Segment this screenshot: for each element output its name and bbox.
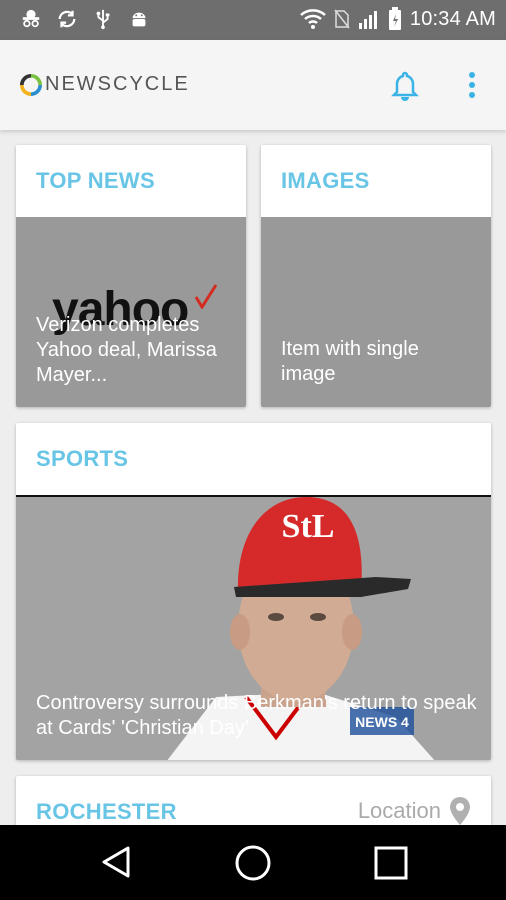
images-caption: Item with single image [281, 338, 419, 385]
status-bar: 10:34 AM [0, 0, 506, 40]
battery-icon [388, 7, 401, 30]
wifi-icon [300, 9, 326, 29]
location-selector[interactable]: Location [358, 796, 471, 826]
sports-caption: Controversy surrounds Berkman's return t… [36, 692, 477, 739]
no-sim-icon [334, 9, 350, 29]
more-vert-icon[interactable] [462, 70, 482, 100]
top-news-card[interactable]: TOP NEWS yahoo Verizon completes Yahoo d… [16, 145, 246, 407]
navigation-bar [0, 825, 506, 900]
bell-icon[interactable] [391, 70, 419, 102]
recents-icon[interactable] [373, 845, 409, 881]
app-bar: NEWSCYCLE [0, 40, 506, 130]
newscycle-logo-icon [20, 73, 42, 96]
signal-icon [358, 11, 377, 29]
sports-image: StL NEWS 4 Controversy surrounds Berkman… [16, 495, 491, 760]
card-title-sports: SPORTS [36, 446, 129, 471]
app-logo: NEWSCYCLE [20, 73, 190, 96]
sync-icon [58, 10, 76, 28]
android-icon [132, 12, 146, 27]
logo-text: NEWSCYCLE [45, 73, 190, 95]
sports-card[interactable]: SPORTS StL NEWS 4 Controversy surrounds … [16, 423, 491, 760]
usb-icon [96, 9, 110, 30]
verizon-check-icon [194, 284, 218, 309]
location-pin-icon [450, 797, 470, 825]
clock: 10:34 AM [409, 7, 496, 30]
card-title-images: IMAGES [281, 168, 370, 193]
images-image: Item with single image [261, 217, 491, 407]
card-title-top-news: TOP NEWS [36, 168, 155, 193]
images-card[interactable]: IMAGES Item with single image [261, 145, 491, 407]
top-news-caption: Verizon completes Yahoo deal, Marissa Ma… [36, 314, 217, 386]
location-label: Location [357, 798, 441, 823]
back-icon[interactable] [98, 844, 134, 880]
top-news-image: yahoo Verizon completes Yahoo deal, Mari… [16, 217, 246, 407]
svg-text:StL: StL [282, 508, 335, 545]
home-icon[interactable] [234, 844, 272, 882]
incognito-icon [22, 9, 40, 28]
